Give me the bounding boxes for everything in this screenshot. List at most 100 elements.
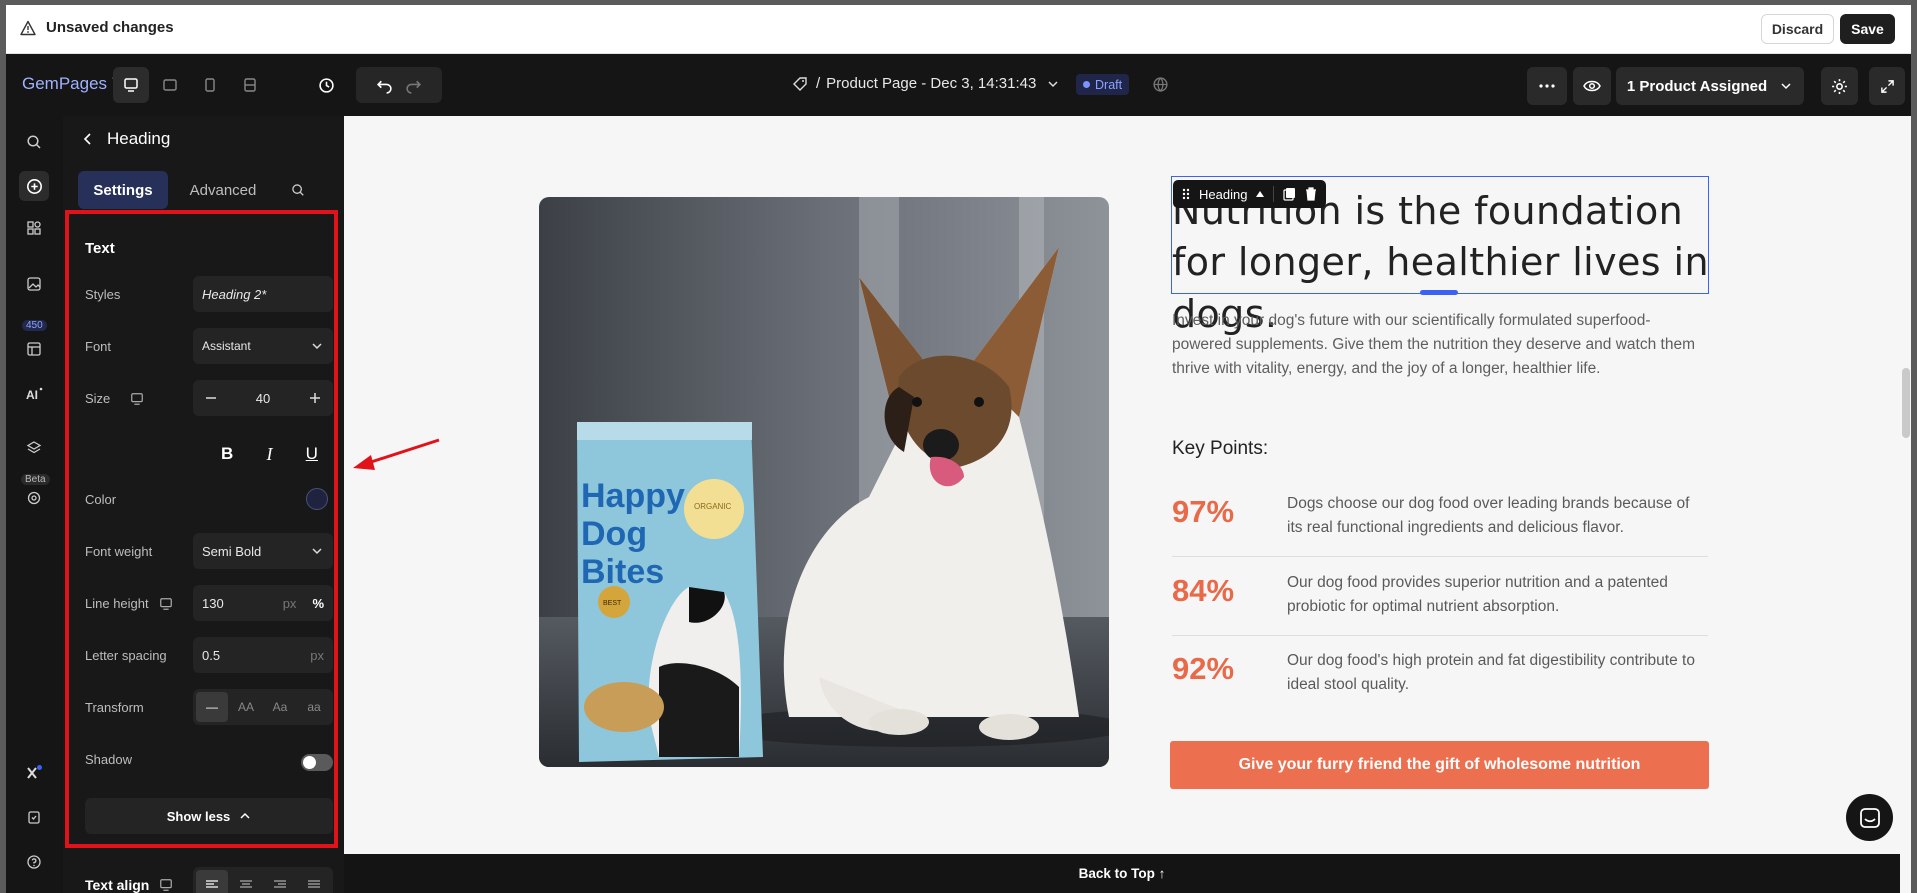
decrease-size-button[interactable] (197, 384, 225, 412)
shadow-toggle[interactable] (301, 754, 333, 771)
align-justify-icon (308, 880, 320, 888)
transform-label: Transform (85, 700, 144, 715)
cta-button[interactable]: Give your furry friend the gift of whole… (1170, 741, 1709, 789)
rail-checklist[interactable] (19, 802, 49, 832)
desktop-icon (160, 879, 173, 891)
globe-icon[interactable] (1152, 76, 1169, 93)
chat-support-button[interactable] (1846, 794, 1893, 841)
toolbar-divider (1273, 186, 1275, 202)
apps-icon (27, 221, 41, 235)
align-right-option[interactable] (264, 870, 296, 893)
transform-segmented-control: — AA Aa aa (193, 689, 333, 725)
size-stepper[interactable]: 40 (193, 380, 333, 416)
underline-button[interactable]: U (298, 440, 326, 468)
tablet-icon (163, 79, 177, 91)
color-swatch[interactable] (306, 488, 328, 510)
preview-button[interactable] (1573, 67, 1611, 105)
chevron-down-icon (1048, 80, 1058, 87)
bag-line-2: Dog (581, 515, 647, 553)
align-center-option[interactable] (230, 870, 262, 893)
desktop-icon (131, 392, 144, 405)
align-justify-option[interactable] (298, 870, 330, 893)
desktop-view-button[interactable] (113, 67, 149, 103)
rail-beta-tool[interactable] (19, 483, 49, 513)
resize-handle[interactable] (1420, 290, 1458, 295)
redo-icon[interactable] (405, 77, 422, 94)
unit-percent-option[interactable]: % (312, 596, 324, 611)
scrollbar-thumb[interactable] (1902, 368, 1910, 438)
line-height-value[interactable]: 130 (202, 596, 224, 611)
rail-ai[interactable]: AI (19, 379, 49, 409)
rail-x-app[interactable] (19, 758, 49, 788)
key-point-row[interactable]: 84% Our dog food provides superior nutri… (1172, 557, 1708, 636)
intro-paragraph[interactable]: Invest in your dog's future with our sci… (1172, 309, 1702, 381)
tab-settings[interactable]: Settings (78, 171, 168, 209)
trash-icon[interactable] (1305, 187, 1317, 201)
rail-add-element[interactable] (19, 171, 49, 201)
fullscreen-button[interactable] (1869, 67, 1905, 105)
rail-apps[interactable] (19, 213, 49, 243)
tab-advanced[interactable]: Advanced (168, 171, 278, 209)
history-button[interactable] (308, 67, 344, 103)
text-align-label: Text align (85, 877, 173, 893)
canvas-scrollbar[interactable] (1900, 116, 1911, 893)
rail-help[interactable] (19, 847, 49, 877)
ai-icon: AI (26, 387, 43, 402)
save-button[interactable]: Save (1840, 14, 1895, 44)
page-canvas[interactable]: Happy Dog Bites ORGANIC BEST Nutrition i… (344, 116, 1900, 857)
rail-layers[interactable] (19, 433, 49, 463)
expand-icon (1880, 79, 1894, 93)
align-left-option[interactable] (196, 870, 228, 893)
letter-spacing-unit: px (310, 647, 324, 663)
responsive-view-button[interactable] (232, 67, 268, 103)
svg-text:AI: AI (26, 388, 38, 402)
element-type-label[interactable]: Heading (1199, 187, 1247, 202)
rail-badge-count: 450 (22, 320, 47, 331)
show-less-button[interactable]: Show less (85, 798, 333, 834)
unit-px-option[interactable]: px (283, 596, 297, 611)
x-app-icon (27, 765, 42, 779)
key-point-percent: 97% (1172, 494, 1235, 529)
key-points-title[interactable]: Key Points: (1172, 438, 1268, 460)
undo-icon[interactable] (376, 77, 393, 94)
size-value[interactable]: 40 (256, 391, 270, 406)
transform-uppercase-option[interactable]: AA (230, 692, 262, 722)
plus-icon (310, 393, 320, 403)
rail-images[interactable] (19, 269, 49, 299)
transform-lowercase-option[interactable]: aa (298, 692, 330, 722)
font-weight-select[interactable]: Semi Bold (193, 533, 333, 569)
page-title: Product Page - Dec 3, 14:31:43 (826, 75, 1037, 92)
line-height-input[interactable]: 130 px % (193, 585, 333, 621)
app-window: Unsaved changes Discard Save GemPages 7 … (6, 5, 1911, 893)
font-weight-label: Font weight (85, 544, 153, 559)
transform-none-option[interactable]: — (196, 692, 228, 722)
key-point-row[interactable]: 92% Our dog food's high protein and fat … (1172, 635, 1708, 714)
gempages-logo[interactable]: GemPages 7 (22, 74, 121, 94)
drag-handle-icon[interactable] (1182, 188, 1190, 200)
panel-search-button[interactable] (278, 171, 318, 209)
rail-search[interactable] (19, 127, 49, 157)
letter-spacing-input[interactable]: 0.5 px (193, 637, 333, 673)
letter-spacing-value[interactable]: 0.5 (202, 648, 220, 663)
back-to-top-link[interactable]: Back to Top ↑ (344, 854, 1900, 893)
settings-button[interactable] (1821, 67, 1858, 105)
mobile-view-button[interactable] (192, 67, 228, 103)
font-select[interactable]: Assistant (193, 328, 333, 364)
more-options-button[interactable] (1527, 67, 1567, 105)
styles-select[interactable]: Heading 2* (193, 276, 333, 312)
key-point-row[interactable]: 97% Dogs choose our dog food over leadin… (1172, 478, 1708, 557)
italic-button[interactable]: I (255, 440, 283, 468)
left-rail: 450 AI Beta (6, 116, 63, 893)
rail-templates[interactable] (19, 334, 49, 364)
back-arrow-icon[interactable] (83, 132, 93, 146)
product-assign-button[interactable]: 1 Product Assigned (1616, 67, 1804, 105)
tablet-view-button[interactable] (152, 67, 188, 103)
duplicate-icon[interactable] (1283, 187, 1296, 201)
page-title-selector[interactable]: / Product Page - Dec 3, 14:31:43 (792, 75, 1060, 92)
discard-button[interactable]: Discard (1761, 14, 1834, 44)
transform-capitalize-option[interactable]: Aa (264, 692, 296, 722)
minus-icon (206, 397, 216, 399)
product-hero-image[interactable]: Happy Dog Bites ORGANIC BEST (539, 197, 1109, 767)
bold-button[interactable]: B (213, 440, 241, 468)
increase-size-button[interactable] (301, 384, 329, 412)
